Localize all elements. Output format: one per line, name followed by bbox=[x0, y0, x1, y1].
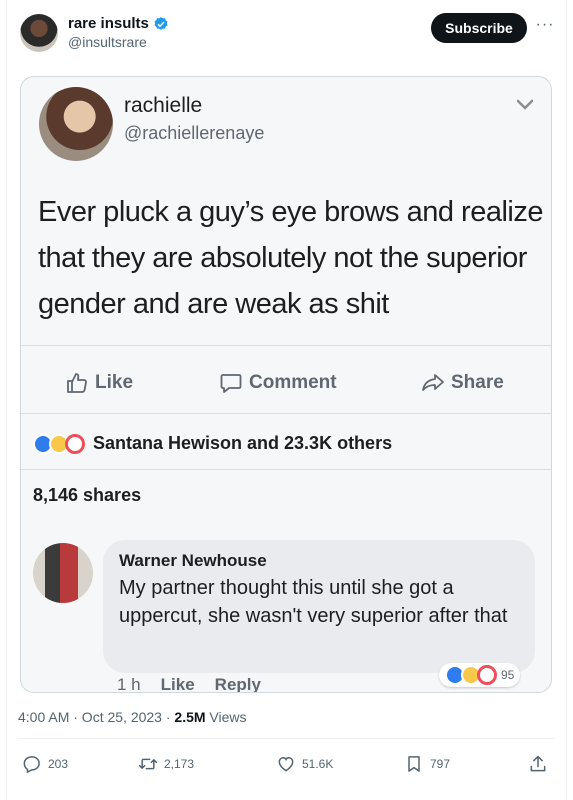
post-share-action: Share bbox=[421, 371, 504, 395]
post-reactions: Santana Hewison and 23.3K others bbox=[33, 433, 392, 454]
author-avatar[interactable] bbox=[20, 14, 58, 52]
post-comment-action: Comment bbox=[219, 371, 337, 395]
tweet-media-image[interactable]: rachielle @rachiellerenaye Ever pluck a … bbox=[20, 76, 552, 693]
love-reaction-icon bbox=[477, 665, 497, 685]
share-button[interactable] bbox=[528, 754, 548, 774]
comment-bubble: Warner Newhouse My partner thought this … bbox=[103, 540, 535, 673]
post-action-row: Like Comment Share bbox=[21, 363, 551, 407]
tweet-action-bar: 203 2,173 51.6K 797 bbox=[18, 752, 558, 778]
comment-text: My partner thought this until she got a … bbox=[119, 577, 508, 627]
tweet-divider bbox=[18, 738, 555, 739]
comment-icon bbox=[220, 374, 242, 393]
comment-reaction-count: 95 bbox=[501, 668, 515, 682]
repost-icon bbox=[138, 758, 158, 770]
heart-icon bbox=[278, 756, 294, 772]
reply-icon bbox=[23, 756, 40, 774]
share-arrow-icon bbox=[422, 374, 444, 391]
comment-reply-label: Reply bbox=[214, 675, 261, 693]
like-count: 51.6K bbox=[302, 757, 334, 771]
comment-author-avatar bbox=[33, 543, 93, 603]
upload-share-icon bbox=[530, 755, 546, 772]
author-name-row[interactable]: rare insults bbox=[68, 15, 169, 32]
comment-reactions: 95 bbox=[439, 663, 521, 687]
like-button[interactable]: 51.6K bbox=[276, 754, 333, 774]
post-like-action: Like bbox=[65, 371, 133, 395]
post-reactions-text: Santana Hewison and 23.3K others bbox=[93, 433, 393, 453]
comment-meta: 1 h Like Reply bbox=[117, 675, 261, 693]
tweet-header: rare insults @insultsrare Subscribe ··· bbox=[18, 12, 558, 56]
post-author-name: rachielle bbox=[124, 94, 203, 117]
author-handle[interactable]: @insultsrare bbox=[68, 34, 147, 50]
verified-badge-icon bbox=[154, 16, 168, 30]
comment-time: 1 h bbox=[117, 675, 141, 693]
post-divider bbox=[21, 345, 551, 346]
chevron-down-icon bbox=[516, 99, 534, 110]
reply-button[interactable]: 203 bbox=[22, 754, 68, 774]
reply-count: 203 bbox=[48, 757, 69, 771]
post-divider bbox=[21, 469, 551, 470]
repost-count: 2,173 bbox=[164, 757, 195, 771]
post-shares-count: 8,146 shares bbox=[33, 485, 142, 505]
author-name[interactable]: rare insults bbox=[68, 15, 149, 32]
bookmark-button[interactable]: 797 bbox=[404, 754, 450, 774]
tweet-timestamp: 4:00 AM · Oct 25, 2023 · 2.5M Views bbox=[18, 709, 247, 725]
subscribe-button[interactable]: Subscribe bbox=[431, 13, 527, 43]
tweet-time[interactable]: 4:00 AM · Oct 25, 2023 · bbox=[18, 709, 174, 725]
love-reaction-icon bbox=[65, 433, 85, 454]
repost-button[interactable]: 2,173 bbox=[138, 754, 194, 774]
post-like-label: Like bbox=[95, 372, 134, 393]
more-options-icon[interactable]: ··· bbox=[534, 16, 556, 38]
post-comment-label: Comment bbox=[249, 372, 337, 393]
views-count[interactable]: 2.5M bbox=[174, 709, 205, 725]
post-author-avatar bbox=[39, 87, 113, 161]
comment-like-label: Like bbox=[160, 675, 195, 693]
bookmark-count: 797 bbox=[430, 757, 451, 771]
comment-author: Warner Newhouse bbox=[119, 551, 267, 570]
views-label: Views bbox=[205, 709, 247, 725]
post-share-label: Share bbox=[451, 372, 504, 393]
post-divider bbox=[21, 413, 551, 414]
bookmark-icon bbox=[408, 756, 420, 772]
post-text: Ever pluck a guy’s eye brows and realize… bbox=[38, 196, 543, 320]
post-author-handle: @rachiellerenaye bbox=[124, 123, 265, 143]
thumbs-up-icon bbox=[67, 373, 87, 393]
